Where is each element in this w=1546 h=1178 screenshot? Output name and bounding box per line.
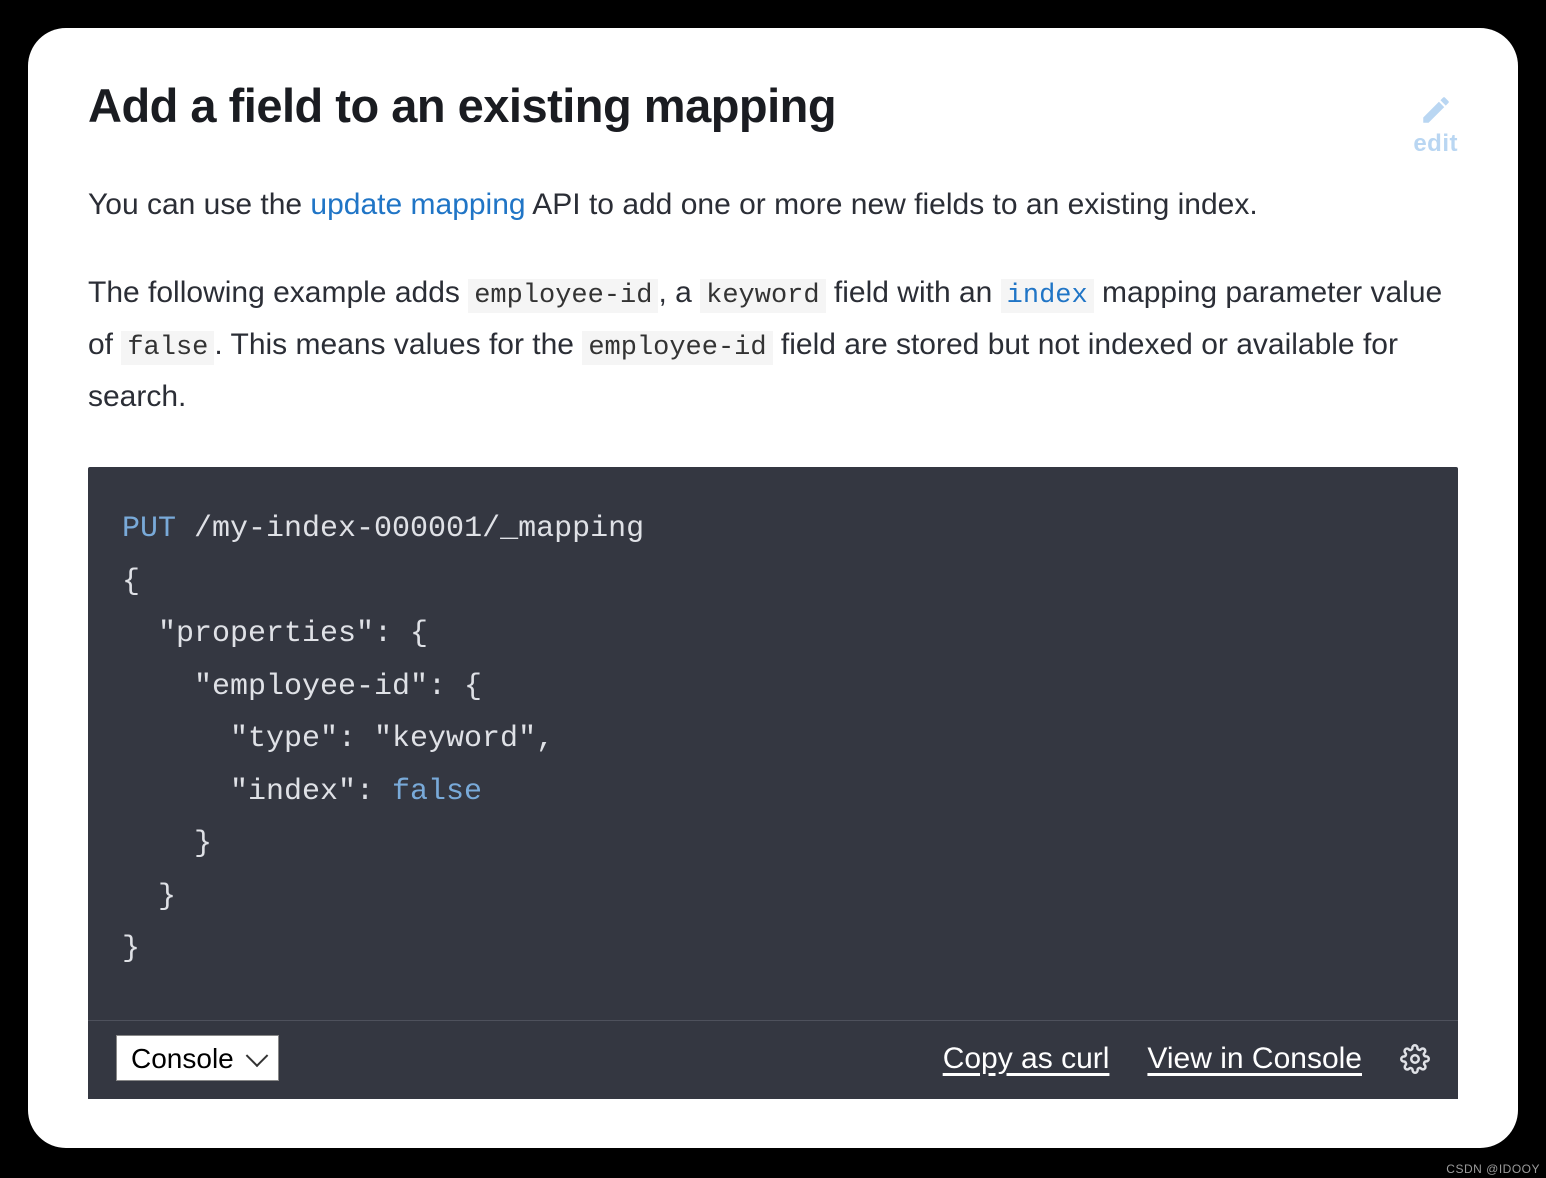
example-paragraph: The following example adds employee-id, … bbox=[88, 267, 1458, 423]
code-line: } bbox=[122, 880, 176, 914]
code-false: false bbox=[121, 331, 214, 365]
heading-row: Add a field to an existing mapping edit bbox=[88, 78, 1458, 179]
text: , a bbox=[658, 276, 700, 309]
edit-label: edit bbox=[1413, 130, 1458, 158]
code-line: "index": bbox=[122, 775, 392, 809]
code-content[interactable]: PUT /my-index-000001/_mapping { "propert… bbox=[88, 467, 1458, 1020]
gear-icon bbox=[1400, 1044, 1430, 1074]
language-select-wrap: Console bbox=[116, 1033, 279, 1086]
text: You can use the bbox=[88, 188, 310, 221]
code-line: } bbox=[122, 932, 140, 966]
code-block: PUT /my-index-000001/_mapping { "propert… bbox=[88, 467, 1458, 1099]
code-employee-id: employee-id bbox=[468, 279, 658, 313]
code-line: { bbox=[122, 565, 140, 599]
update-mapping-link[interactable]: update mapping bbox=[310, 188, 525, 221]
request-path: /my-index-000001/_mapping bbox=[176, 512, 644, 546]
view-in-console-link[interactable]: View in Console bbox=[1147, 1033, 1362, 1086]
pencil-icon bbox=[1419, 93, 1453, 134]
text: . This means values for the bbox=[214, 328, 582, 361]
code-false-literal: false bbox=[392, 775, 482, 809]
code-employee-id-2: employee-id bbox=[582, 331, 772, 365]
page-title: Add a field to an existing mapping bbox=[88, 78, 836, 133]
code-line: "type": "keyword", bbox=[122, 722, 554, 756]
code-footer: Console Copy as curl View in Console bbox=[88, 1020, 1458, 1100]
index-param-link[interactable]: index bbox=[1001, 276, 1094, 309]
code-index-link: index bbox=[1001, 279, 1094, 313]
code-line: } bbox=[122, 827, 212, 861]
code-line: "employee-id": { bbox=[122, 670, 482, 704]
footer-actions: Copy as curl View in Console bbox=[943, 1033, 1430, 1086]
code-keyword: keyword bbox=[700, 279, 825, 313]
text: field with an bbox=[826, 276, 1001, 309]
edit-button[interactable]: edit bbox=[1413, 93, 1458, 158]
code-line: "properties": { bbox=[122, 617, 428, 651]
text: API to add one or more new fields to an … bbox=[526, 188, 1258, 221]
text: The following example adds bbox=[88, 276, 468, 309]
settings-button[interactable] bbox=[1400, 1044, 1430, 1074]
doc-card: Add a field to an existing mapping edit … bbox=[28, 28, 1518, 1148]
http-method: PUT bbox=[122, 512, 176, 546]
intro-paragraph: You can use the update mapping API to ad… bbox=[88, 179, 1458, 231]
language-select[interactable]: Console bbox=[116, 1035, 279, 1081]
watermark: CSDN @IDOOY bbox=[1446, 1162, 1540, 1176]
copy-as-curl-link[interactable]: Copy as curl bbox=[943, 1033, 1110, 1086]
